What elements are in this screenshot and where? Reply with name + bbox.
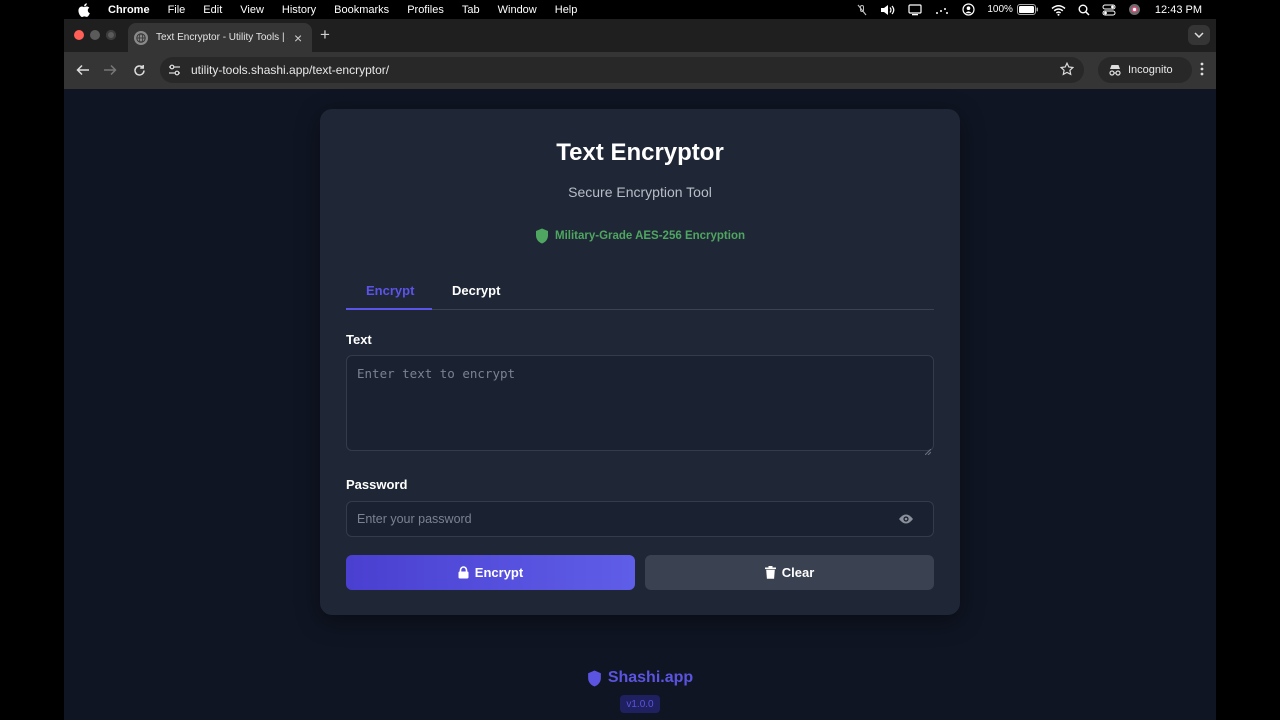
tab-strip: Text Encryptor - Utility Tools | Shashi.…: [64, 19, 1216, 52]
menu-help[interactable]: Help: [555, 4, 578, 16]
wifi-icon[interactable]: [1051, 4, 1066, 16]
trash-icon: [764, 566, 776, 579]
browser-window: Text Encryptor - Utility Tools | Shashi.…: [64, 19, 1216, 720]
menubar-clock[interactable]: 12:43 PM: [1155, 4, 1202, 16]
menu-window[interactable]: Window: [498, 4, 537, 16]
tab-title: Text Encryptor - Utility Tools | Shashi.…: [156, 32, 288, 43]
footer-brand[interactable]: Shashi.app: [64, 669, 1216, 687]
active-tab-indicator: [346, 308, 432, 310]
encryption-badge-text: Military-Grade AES-256 Encryption: [554, 230, 745, 242]
screen-mirroring-icon[interactable]: [934, 4, 950, 16]
clear-button-label: Clear: [781, 565, 815, 580]
incognito-profile-button[interactable]: Incognito: [1098, 57, 1192, 83]
volume-icon[interactable]: [880, 4, 896, 16]
resize-handle-icon[interactable]: [924, 442, 932, 460]
more-options-icon[interactable]: [1200, 62, 1204, 81]
menu-bookmarks[interactable]: Bookmarks: [334, 4, 389, 16]
close-window-button[interactable]: [74, 30, 84, 40]
text-input[interactable]: [346, 355, 934, 451]
menu-edit[interactable]: Edit: [203, 4, 222, 16]
menu-tab[interactable]: Tab: [462, 4, 480, 16]
minimize-window-button[interactable]: [90, 30, 100, 40]
bookmark-star-icon[interactable]: [1059, 61, 1075, 81]
new-tab-icon[interactable]: +: [320, 26, 330, 43]
shield-icon: [535, 228, 548, 244]
menu-profiles[interactable]: Profiles: [407, 4, 444, 16]
menu-file[interactable]: File: [168, 4, 186, 16]
browser-tab-active[interactable]: Text Encryptor - Utility Tools | Shashi.…: [128, 23, 312, 52]
battery-icon[interactable]: [1016, 4, 1039, 15]
incognito-icon: [1109, 65, 1121, 76]
spotlight-search-icon[interactable]: [1078, 4, 1090, 16]
forward-arrow-icon[interactable]: [101, 61, 119, 79]
footer-brand-text: Shashi.app: [607, 669, 694, 686]
password-input[interactable]: [346, 501, 934, 537]
page-title: Text Encryptor: [556, 139, 724, 166]
mode-tabs: Encrypt Decrypt: [346, 269, 934, 310]
siri-icon[interactable]: [1128, 3, 1141, 16]
tab-decrypt[interactable]: Decrypt: [452, 283, 500, 298]
lock-icon: [458, 566, 469, 579]
address-bar[interactable]: utility-tools.shashi.app/text-encryptor/: [160, 57, 1084, 83]
menu-app-name[interactable]: Chrome: [108, 4, 150, 16]
close-tab-icon[interactable]: ×: [294, 31, 302, 45]
encryption-badge: Military-Grade AES-256 Encryption: [320, 228, 960, 244]
page-subtitle: Secure Encryption Tool: [568, 184, 712, 200]
text-label: Text: [346, 332, 372, 347]
encryptor-card: Text Encryptor Secure Encryption Tool Mi…: [320, 109, 960, 615]
toggle-password-visibility-icon[interactable]: [898, 512, 914, 530]
battery-percent: 100%: [987, 4, 1013, 15]
user-account-icon[interactable]: [962, 3, 975, 16]
password-label: Password: [346, 477, 408, 492]
version-badge: v1.0.0: [620, 695, 660, 713]
encrypt-button-label: Encrypt: [474, 565, 524, 580]
control-center-icon[interactable]: [1102, 4, 1116, 16]
shield-logo-icon: [587, 670, 601, 686]
tab-encrypt[interactable]: Encrypt: [366, 283, 414, 298]
status-area: 100% 12:43 PM: [844, 0, 1280, 19]
url-text[interactable]: utility-tools.shashi.app/text-encryptor/: [191, 63, 389, 77]
clear-button[interactable]: Clear: [645, 555, 934, 590]
site-info-icon[interactable]: [168, 64, 181, 76]
apple-icon[interactable]: [78, 2, 94, 17]
back-arrow-icon[interactable]: [74, 61, 92, 79]
incognito-label: Incognito: [1128, 64, 1173, 76]
maximize-window-button[interactable]: [106, 30, 116, 40]
window-controls: [74, 30, 122, 40]
display-icon[interactable]: [908, 3, 922, 16]
encrypt-button[interactable]: Encrypt: [346, 555, 635, 590]
menu-view[interactable]: View: [240, 4, 264, 16]
globe-icon: [134, 30, 148, 45]
browser-toolbar: utility-tools.shashi.app/text-encryptor/…: [64, 52, 1216, 89]
tab-search-chevron-icon[interactable]: [1188, 25, 1210, 45]
menu-history[interactable]: History: [282, 4, 316, 16]
macos-menu-bar: Chrome File Edit View History Bookmarks …: [0, 0, 1280, 19]
page-content: Text Encryptor Secure Encryption Tool Mi…: [64, 89, 1216, 720]
mic-muted-icon[interactable]: [856, 4, 868, 16]
reload-icon[interactable]: [130, 61, 148, 79]
